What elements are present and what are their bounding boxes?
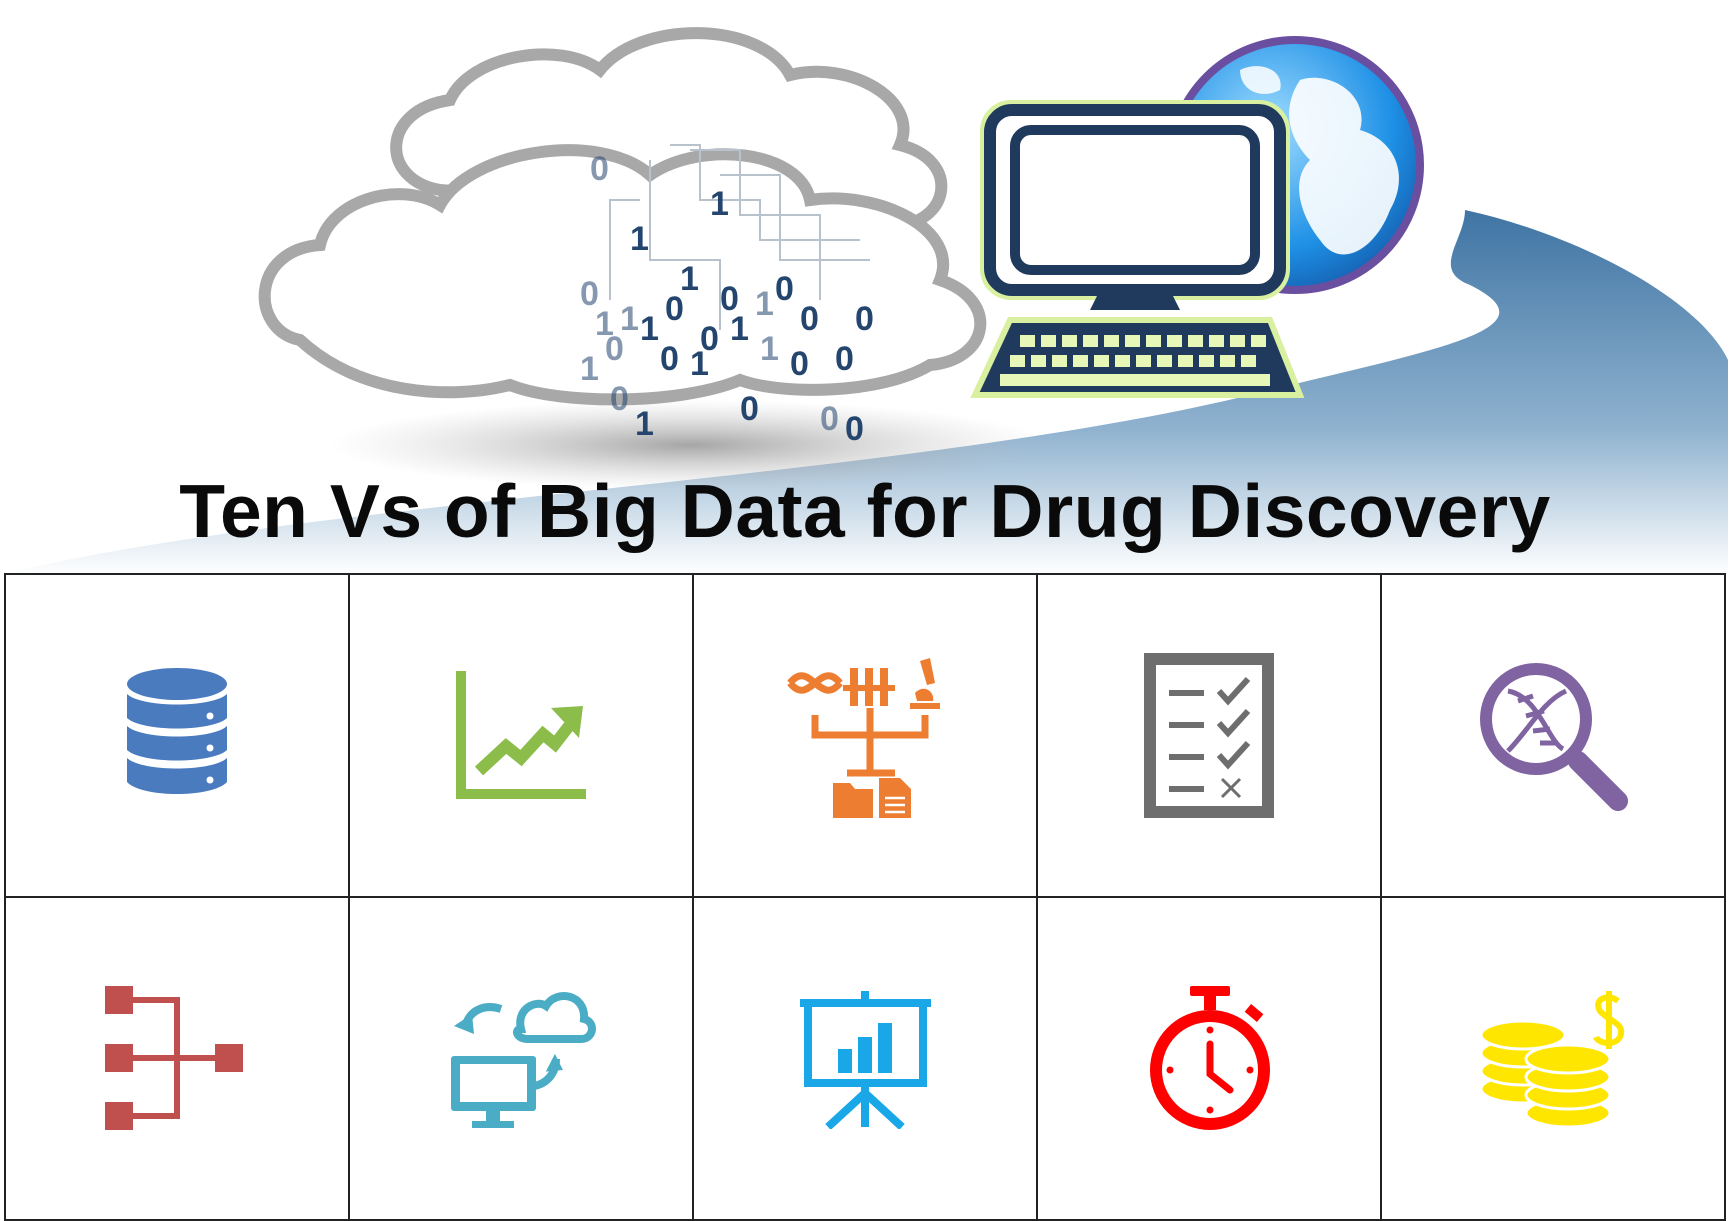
grid-cell (348, 573, 694, 898)
grid-cell (1380, 896, 1726, 1221)
keyboard-key (1115, 355, 1130, 367)
coins-dollar-icon (1479, 990, 1625, 1128)
keyboard-key (1220, 355, 1235, 367)
grid-cell (1380, 573, 1726, 898)
binary-digit: 1 (640, 310, 659, 348)
keyboard-key (1241, 355, 1256, 367)
hierarchy-icon (104, 986, 243, 1130)
keyboard-spacebar-row (1000, 374, 1270, 386)
page-title: Ten Vs of Big Data for Drug Discovery (179, 469, 1551, 553)
grid-cell (692, 573, 1038, 898)
binary-digit: 0 (790, 345, 809, 383)
binary-digit: 0 (610, 380, 629, 418)
keyboard-key (1052, 355, 1067, 367)
binary-digit: 1 (710, 185, 729, 223)
keyboard-key (1094, 355, 1109, 367)
keyboard-key (1209, 335, 1224, 347)
binary-digit: 0 (820, 400, 839, 438)
keyboard-key (1083, 335, 1098, 347)
keyboard-key (1010, 355, 1025, 367)
keyboard-key (1041, 335, 1056, 347)
cloud-sync-icon (451, 991, 596, 1128)
database-icon (127, 667, 227, 794)
grid-row (4, 573, 1726, 898)
checklist-icon (1144, 653, 1274, 818)
computer-icon (970, 100, 1305, 398)
binary-digit: 1 (730, 310, 749, 348)
binary-digit: 0 (740, 390, 759, 428)
grid-cell (692, 896, 1038, 1221)
keyboard-key (1199, 355, 1214, 367)
keyboard-key (1136, 355, 1151, 367)
binary-digit: 0 (775, 270, 794, 308)
binary-digit: 0 (590, 150, 609, 188)
grid-row (4, 896, 1726, 1221)
data-sources-tree-icon (787, 658, 940, 818)
icon-grid (4, 573, 1726, 1221)
binary-digit: 0 (855, 300, 874, 338)
keyboard-key (1251, 335, 1266, 347)
binary-digit: 0 (800, 300, 819, 338)
keyboard-key (1073, 355, 1088, 367)
stopwatch-icon (1149, 986, 1270, 1130)
keyboard-key (1146, 335, 1161, 347)
binary-digit: 0 (845, 410, 864, 448)
binary-digit: 0 (660, 340, 679, 378)
binary-digit: 1 (580, 350, 599, 388)
keyboard-key (1125, 335, 1140, 347)
dna-magnifier-icon (1480, 662, 1628, 811)
grid-cell (1036, 896, 1382, 1221)
keyboard-key (1178, 355, 1193, 367)
grid-cell (348, 896, 694, 1221)
binary-digit: 1 (635, 405, 654, 443)
grid-cell (4, 573, 350, 898)
grid-cell (1036, 573, 1382, 898)
binary-digit: 0 (605, 330, 624, 368)
keyboard-key (1157, 355, 1172, 367)
binary-digit: 0 (700, 320, 719, 358)
keyboard-key (1062, 335, 1077, 347)
binary-digit: 1 (760, 330, 779, 368)
binary-digit: 0 (665, 290, 684, 328)
binary-digit: 1 (630, 220, 649, 258)
grid-cell (4, 896, 350, 1221)
binary-digit: 0 (835, 340, 854, 378)
growth-chart-icon (456, 670, 586, 799)
keyboard-key (1167, 335, 1182, 347)
keyboard-key (1031, 355, 1046, 367)
binary-digit: 1 (755, 285, 774, 323)
keyboard-key (1188, 335, 1203, 347)
keyboard-key (1104, 335, 1119, 347)
keyboard-key (1020, 335, 1035, 347)
presentation-board-icon (799, 990, 931, 1129)
keyboard-key (1230, 335, 1245, 347)
